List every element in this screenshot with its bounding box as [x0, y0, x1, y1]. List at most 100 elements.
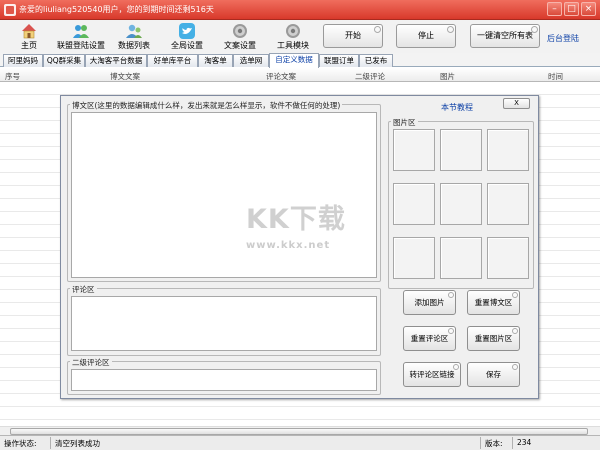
dialog-close-button[interactable]: X [503, 98, 530, 109]
image-slot[interactable] [393, 183, 435, 225]
image-slot[interactable] [487, 183, 529, 225]
reset-image-label: 重置图片区 [474, 334, 513, 343]
button-corner-dot [448, 292, 454, 298]
second-comment-section-legend: 二级评论区 [70, 357, 112, 368]
gear-icon [233, 24, 247, 38]
reset-image-button[interactable]: 重置图片区 [467, 326, 520, 351]
comment-section: 评论区 [67, 284, 381, 356]
second-comment-section: 二级评论区 [67, 357, 381, 395]
column-header-image[interactable]: 图片 [440, 71, 455, 82]
button-corner-dot [531, 26, 538, 33]
image-slot[interactable] [440, 183, 482, 225]
home-button[interactable]: 主页 [0, 20, 58, 53]
convert-comment-link-button[interactable]: 转评论区链接 [403, 362, 461, 387]
comment-section-legend: 评论区 [70, 284, 97, 295]
tool-module-button[interactable]: 工具模块 [264, 20, 322, 53]
toolbar: 主页 联盟登陆设置 数据列表 全局设置 文案设置 工具模块 开始 停止 一键清空… [0, 20, 600, 53]
button-corner-dot [453, 364, 459, 370]
clear-all-tables-button[interactable]: 一键清空所有表 [470, 24, 540, 48]
tab-haodanku-platform[interactable]: 好单库平台 [147, 54, 198, 67]
maximize-icon: □ [567, 4, 576, 14]
image-slot[interactable] [487, 237, 529, 279]
save-button[interactable]: 保存 [467, 362, 520, 387]
horizontal-scrollbar[interactable] [0, 426, 600, 435]
tab-alimama[interactable]: 阿里妈妈 [3, 54, 43, 67]
minimize-icon: – [552, 4, 557, 14]
add-image-label: 添加图片 [414, 298, 445, 307]
tutorial-link[interactable]: 本节教程 [441, 102, 473, 113]
image-slot[interactable] [393, 129, 435, 171]
reset-comment-label: 重置评论区 [410, 334, 449, 343]
home-icon [22, 24, 36, 39]
grid-header: 序号 博文文案 评论文案 二级评论 图片 时间 [0, 68, 600, 82]
tab-published[interactable]: 已发布 [359, 54, 393, 67]
image-slot[interactable] [440, 129, 482, 171]
data-list-label: 数据列表 [118, 41, 150, 50]
tab-qq-group-collect[interactable]: QQ群采集 [43, 54, 85, 67]
status-divider [50, 437, 51, 449]
button-corner-dot [447, 26, 454, 33]
button-corner-dot [512, 292, 518, 298]
home-label: 主页 [21, 41, 37, 50]
second-comment-textarea[interactable] [71, 369, 377, 391]
post-section-legend: 博文区(这里的数据编辑成什么样，发出来就是怎么样显示，软件不做任何的处理) [70, 100, 343, 111]
stop-button[interactable]: 停止 [396, 24, 456, 48]
maximize-button[interactable]: □ [564, 2, 579, 16]
copy-settings-label: 文案设置 [224, 41, 256, 50]
save-label: 保存 [486, 370, 501, 379]
comment-textarea[interactable] [71, 296, 377, 351]
image-section-legend: 图片区 [391, 117, 418, 128]
twitter-bird-icon [179, 23, 195, 39]
post-textarea[interactable] [71, 112, 377, 278]
image-slot[interactable] [393, 237, 435, 279]
data-list-button[interactable]: 数据列表 [105, 20, 163, 53]
column-header-post-copy[interactable]: 博文文案 [110, 71, 140, 82]
clear-all-label: 一键清空所有表 [477, 31, 533, 40]
button-corner-dot [448, 328, 454, 334]
tab-taokedan[interactable]: 淘客单 [198, 54, 233, 67]
copy-settings-button[interactable]: 文案设置 [211, 20, 269, 53]
add-image-button[interactable]: 添加图片 [403, 290, 456, 315]
reset-post-label: 重置博文区 [474, 298, 513, 307]
alliance-login-settings-button[interactable]: 联盟登陆设置 [52, 20, 110, 53]
reset-post-button[interactable]: 重置博文区 [467, 290, 520, 315]
image-slot[interactable] [440, 237, 482, 279]
close-window-button[interactable]: × [581, 2, 596, 16]
column-header-second-comment[interactable]: 二级评论 [355, 71, 385, 82]
close-icon: X [514, 99, 519, 107]
column-header-index[interactable]: 序号 [5, 71, 20, 82]
watermark-url: www.kkx.net [246, 240, 331, 251]
contacts-icon [126, 24, 142, 38]
backend-login-link[interactable]: 后台登陆 [547, 33, 579, 44]
start-button[interactable]: 开始 [323, 24, 383, 48]
watermark-logo: KK下载 [246, 204, 346, 235]
column-header-comment-copy[interactable]: 评论文案 [266, 71, 296, 82]
minimize-button[interactable]: – [547, 2, 562, 16]
window-title: 亲爱的liuliang520540用户，您的到期时间还剩516天 [19, 5, 214, 14]
status-divider [480, 437, 481, 449]
tool-module-label: 工具模块 [277, 41, 309, 50]
convert-comment-link-label: 转评论区链接 [409, 370, 455, 379]
users-icon [73, 25, 89, 38]
tab-bar: 阿里妈妈 QQ群采集 大淘客平台数据 好单库平台 淘客单 选单网 自定义数据 联… [0, 53, 600, 68]
version-label: 版本: [485, 439, 503, 448]
title-bar: 亲爱的liuliang520540用户，您的到期时间还剩516天 – □ × [0, 0, 600, 20]
tab-custom-data[interactable]: 自定义数据 [269, 53, 319, 68]
button-corner-dot [374, 26, 381, 33]
button-corner-dot [512, 328, 518, 334]
reset-comment-button[interactable]: 重置评论区 [403, 326, 456, 351]
column-header-time[interactable]: 时间 [548, 71, 563, 82]
start-label: 开始 [345, 31, 361, 40]
tab-alliance-orders[interactable]: 联盟订单 [319, 54, 359, 67]
global-settings-label: 全局设置 [171, 41, 203, 50]
tab-dataoke-platform[interactable]: 大淘客平台数据 [85, 54, 147, 67]
scrollbar-thumb[interactable] [10, 428, 588, 435]
status-bar: 操作状态: 清空列表成功 版本: 234 [0, 435, 600, 450]
status-divider [512, 437, 513, 449]
tab-xuandanwang[interactable]: 选单网 [233, 54, 269, 67]
alliance-login-settings-label: 联盟登陆设置 [57, 41, 105, 50]
version-value: 234 [517, 438, 532, 447]
global-settings-button[interactable]: 全局设置 [158, 20, 216, 53]
close-icon: × [584, 4, 593, 14]
image-slot[interactable] [487, 129, 529, 171]
